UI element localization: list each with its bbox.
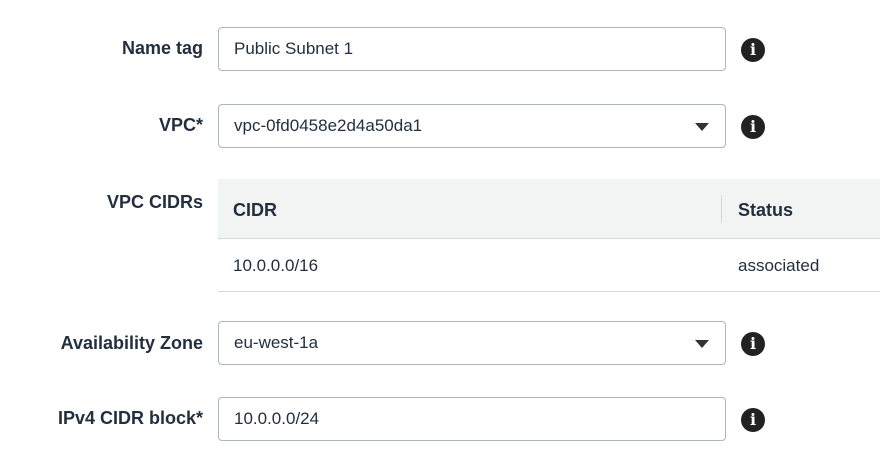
vpc-cidrs-table: CIDR Status 10.0.0.0/16 associated [218,179,880,292]
availability-zone-select[interactable]: eu-west-1a [218,321,726,365]
ipv4-cidr-block-field[interactable] [218,397,726,441]
name-tag-field[interactable] [218,27,726,71]
table-row: 10.0.0.0/16 associated [218,239,880,292]
ipv4-cidr-block-label: IPv4 CIDR block* [57,408,203,428]
info-icon[interactable]: i [741,332,765,356]
name-tag-label: Name tag [121,38,203,58]
vpc-label: VPC* [158,115,203,135]
info-icon[interactable]: i [741,38,765,62]
info-icon[interactable]: i [741,115,765,139]
vpc-select[interactable]: vpc-0fd0458e2d4a50da1 [218,104,726,148]
column-header-status: Status [738,200,794,220]
column-header-cidr: CIDR [233,200,277,220]
ipv4-cidr-block-input[interactable] [234,409,694,429]
caret-down-icon[interactable] [695,340,709,348]
name-tag-input[interactable] [234,39,694,59]
info-icon[interactable]: i [741,408,765,432]
status-cell: associated [738,256,820,275]
create-subnet-form: Name tag i VPC* vpc-0fd0458e2d4a50da1 i … [0,0,880,474]
column-divider [721,195,722,223]
vpc-selected-value: vpc-0fd0458e2d4a50da1 [234,116,423,135]
table-header: CIDR Status [218,179,880,239]
vpc-cidrs-label: VPC CIDRs [106,192,203,212]
availability-zone-label: Availability Zone [60,333,203,353]
availability-zone-selected-value: eu-west-1a [234,333,319,352]
caret-down-icon[interactable] [695,123,709,131]
cidr-cell: 10.0.0.0/16 [233,256,319,275]
